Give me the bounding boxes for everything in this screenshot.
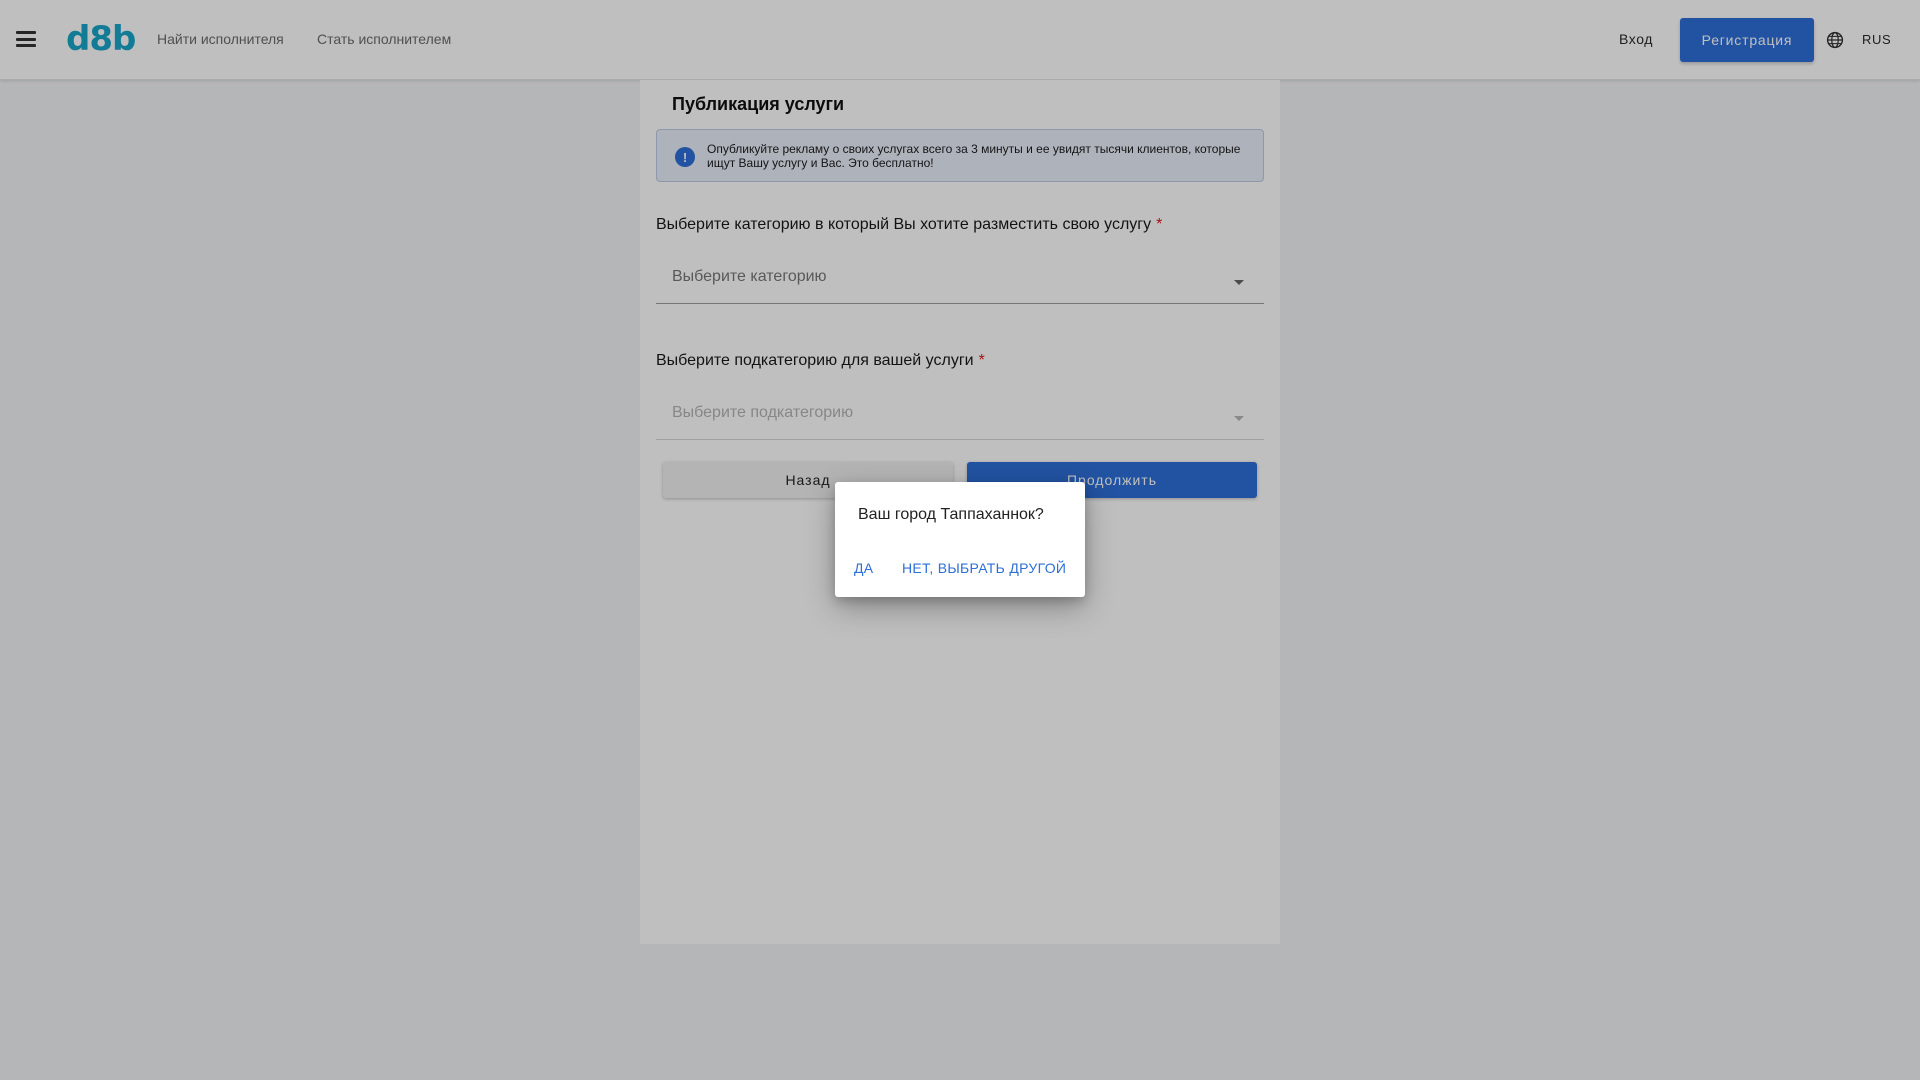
choose-other-city-button[interactable]: НЕТ, ВЫБРАТЬ ДРУГОЙ [902, 560, 1066, 576]
city-question: Ваш город Таппаханнок? [858, 506, 1044, 523]
city-confirm-dialog: Ваш город Таппаханнок? ДА НЕТ, ВЫБРАТЬ Д… [835, 482, 1085, 597]
confirm-city-yes-button[interactable]: ДА [854, 560, 873, 576]
